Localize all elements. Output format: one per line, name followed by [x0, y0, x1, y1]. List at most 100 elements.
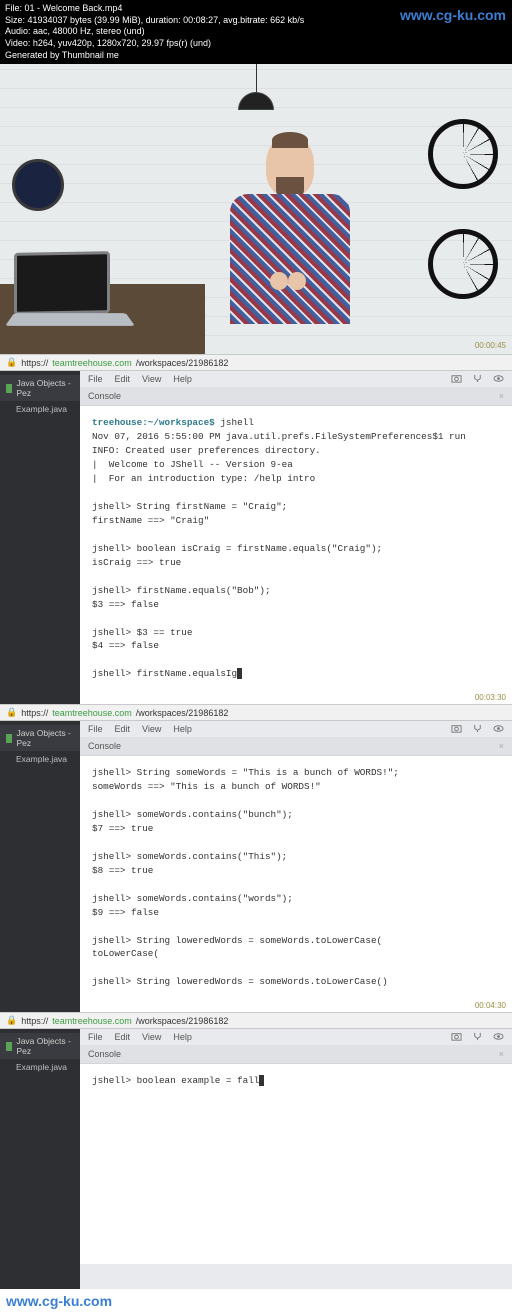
presenter-arms — [270, 272, 310, 304]
laptop-screen — [14, 252, 110, 316]
menu-help[interactable]: Help — [173, 374, 192, 384]
camera-icon[interactable] — [451, 1031, 462, 1044]
menu-bar: File Edit View Help — [80, 371, 512, 387]
project-row[interactable]: Java Objects - Pez — [0, 725, 80, 751]
editor-main: File Edit View Help Console× jshell> Str… — [80, 721, 512, 1012]
out-line: $9 ==> false — [92, 907, 159, 918]
url-path: /workspaces/21986182 — [136, 708, 229, 718]
menu-view[interactable]: View — [142, 374, 161, 384]
console-output[interactable]: treehouse:~/workspace$ jshell Nov 07, 20… — [80, 406, 512, 691]
ide-panel-3: Java Objects - Pez Example.java File Edi… — [0, 1029, 512, 1289]
panel-timestamp: 00:03:30 — [80, 691, 512, 704]
lock-icon: 🔒 — [6, 707, 17, 718]
out-line: $3 ==> false — [92, 599, 159, 610]
file-sidebar[interactable]: Java Objects - Pez Example.java — [0, 721, 80, 1012]
menu-help[interactable]: Help — [173, 724, 192, 734]
presenter-torso — [230, 194, 350, 324]
fork-icon[interactable] — [472, 373, 483, 386]
out-line: jshell> String loweredWords = someWords.… — [92, 976, 388, 987]
menu-bar: File Edit View Help — [80, 1029, 512, 1045]
file-name: Example.java — [16, 754, 67, 764]
bike-wheel-icon — [428, 119, 498, 189]
out-line: INFO: Created user preferences directory… — [92, 445, 321, 456]
out-line: | For an introduction type: /help intro — [92, 473, 315, 484]
menu-bar: File Edit View Help — [80, 721, 512, 737]
panel-timestamp: 00:04:30 — [80, 999, 512, 1012]
out-line: jshell> someWords.contains("bunch"); — [92, 809, 293, 820]
out-line: $8 ==> true — [92, 865, 153, 876]
folder-icon — [6, 384, 12, 393]
file-name: Example.java — [16, 404, 67, 414]
folder-icon — [6, 734, 12, 743]
menu-view[interactable]: View — [142, 724, 161, 734]
address-bar[interactable]: 🔒 https://teamtreehouse.com/workspaces/2… — [0, 1012, 512, 1029]
menu-help[interactable]: Help — [173, 1032, 192, 1042]
presenter — [215, 136, 365, 336]
folder-icon — [6, 1042, 12, 1051]
console-label: Console — [88, 391, 121, 401]
ide-panel-1: Java Objects - Pez Example.java File Edi… — [0, 371, 512, 704]
console-tab[interactable]: Console× — [80, 737, 512, 756]
video-timestamp: 00:00:45 — [475, 341, 506, 350]
out-line: jshell> String loweredWords = someWords.… — [92, 935, 382, 946]
meta-audio: Audio: aac, 48000 Hz, stereo (und) — [5, 26, 507, 38]
out-line: someWords ==> "This is a bunch of WORDS!… — [92, 781, 321, 792]
cursor-icon — [259, 1075, 264, 1086]
address-bar[interactable]: 🔒 https://teamtreehouse.com/workspaces/2… — [0, 704, 512, 721]
file-row[interactable]: Example.java — [0, 401, 80, 417]
shell-prompt: treehouse:~/workspace$ — [92, 417, 215, 428]
menu-file[interactable]: File — [88, 374, 103, 384]
hand — [288, 272, 306, 290]
close-icon[interactable]: × — [499, 391, 504, 401]
url-path: /workspaces/21986182 — [136, 358, 229, 368]
address-bar[interactable]: 🔒 https://teamtreehouse.com/workspaces/2… — [0, 354, 512, 371]
project-name: Java Objects - Pez — [16, 728, 74, 748]
file-sidebar[interactable]: Java Objects - Pez Example.java — [0, 1029, 80, 1289]
out-line: $4 ==> false — [92, 640, 159, 651]
bike-wheel-icon — [428, 229, 498, 299]
cursor-icon — [237, 668, 242, 679]
url-domain: teamtreehouse.com — [52, 708, 132, 718]
file-sidebar[interactable]: Java Objects - Pez Example.java — [0, 371, 80, 704]
camera-icon[interactable] — [451, 723, 462, 736]
out-line: jshell> firstName.equals("Bob"); — [92, 585, 271, 596]
fork-icon[interactable] — [472, 723, 483, 736]
close-icon[interactable]: × — [499, 1049, 504, 1059]
camera-icon[interactable] — [451, 373, 462, 386]
out-line: jshell> String someWords = "This is a bu… — [92, 767, 399, 778]
console-output[interactable]: jshell> boolean example = fall — [80, 1064, 512, 1264]
eye-icon[interactable] — [493, 1031, 504, 1044]
out-line: jshell> someWords.contains("words"); — [92, 893, 293, 904]
url-path: /workspaces/21986182 — [136, 1016, 229, 1026]
menu-file[interactable]: File — [88, 724, 103, 734]
menu-edit[interactable]: Edit — [115, 374, 131, 384]
url-domain: teamtreehouse.com — [52, 358, 132, 368]
hand — [270, 272, 288, 290]
out-line: $7 ==> true — [92, 823, 153, 834]
console-tab[interactable]: Console× — [80, 1045, 512, 1064]
file-row[interactable]: Example.java — [0, 1059, 80, 1075]
menu-edit[interactable]: Edit — [115, 1032, 131, 1042]
project-row[interactable]: Java Objects - Pez — [0, 375, 80, 401]
watermark-bottom: www.cg-ku.com — [0, 1289, 512, 1313]
lock-icon: 🔒 — [6, 1015, 17, 1026]
console-tab[interactable]: Console × — [80, 387, 512, 406]
menu-edit[interactable]: Edit — [115, 724, 131, 734]
file-row[interactable]: Example.java — [0, 751, 80, 767]
out-line: toLowerCase( — [92, 948, 159, 959]
out-line: firstName ==> "Craig" — [92, 515, 209, 526]
project-name: Java Objects - Pez — [16, 1036, 74, 1056]
url-scheme: https:// — [21, 358, 48, 368]
menu-view[interactable]: View — [142, 1032, 161, 1042]
lamp-cord — [256, 64, 257, 94]
eye-icon[interactable] — [493, 723, 504, 736]
close-icon[interactable]: × — [499, 741, 504, 751]
project-name: Java Objects - Pez — [16, 378, 74, 398]
fork-icon[interactable] — [472, 1031, 483, 1044]
menu-file[interactable]: File — [88, 1032, 103, 1042]
video-thumbnail: 00:00:45 — [0, 64, 512, 354]
console-output[interactable]: jshell> String someWords = "This is a bu… — [80, 756, 512, 999]
project-row[interactable]: Java Objects - Pez — [0, 1033, 80, 1059]
eye-icon[interactable] — [493, 373, 504, 386]
out-line: jshell> someWords.contains("This"); — [92, 851, 287, 862]
